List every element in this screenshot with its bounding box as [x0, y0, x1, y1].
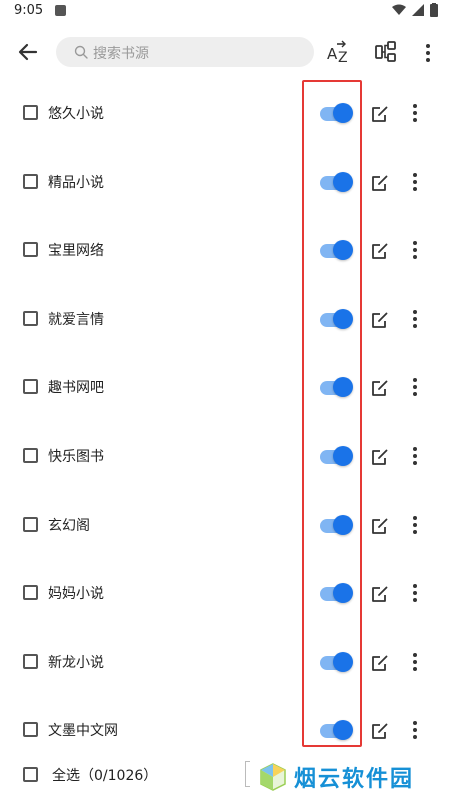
source-name: 玄幻阁 — [48, 517, 90, 534]
signal-icon — [412, 4, 424, 16]
search-input[interactable]: 搜索书源 — [56, 37, 314, 67]
status-bar: 9:05 — [0, 0, 450, 24]
group-icon[interactable] — [374, 40, 398, 64]
svg-text:A: A — [327, 45, 338, 63]
more-vert-icon[interactable] — [409, 376, 421, 398]
svg-text:Z: Z — [338, 50, 348, 66]
source-name: 悠久小说 — [48, 106, 104, 122]
more-vert-icon[interactable] — [409, 171, 421, 193]
source-row[interactable]: 妈妈小说 — [0, 560, 450, 629]
more-vert-icon[interactable] — [409, 719, 421, 741]
source-row[interactable]: 快乐图书 — [0, 423, 450, 492]
select-all-checkbox[interactable] — [23, 767, 38, 782]
edit-icon[interactable] — [370, 173, 390, 193]
watermark-text: 烟云软件园 — [294, 767, 415, 792]
status-icons — [392, 3, 438, 17]
more-vert-icon[interactable] — [409, 582, 421, 604]
source-name: 就爱言情 — [48, 311, 104, 328]
source-checkbox[interactable] — [23, 447, 38, 463]
app-bar: 搜索书源 A Z — [0, 26, 450, 78]
select-all-label: 全选（0/1026） — [52, 768, 158, 784]
cube-logo-icon — [260, 763, 286, 791]
more-vert-icon[interactable] — [409, 514, 421, 536]
edit-icon[interactable] — [370, 241, 390, 261]
source-name: 妈妈小说 — [48, 586, 104, 603]
source-checkbox[interactable] — [23, 105, 38, 120]
source-checkbox[interactable] — [23, 653, 38, 669]
edit-icon[interactable] — [370, 584, 390, 604]
more-vert-icon[interactable] — [409, 651, 421, 673]
edit-icon[interactable] — [370, 653, 390, 673]
source-name: 精品小说 — [48, 174, 104, 191]
battery-icon — [430, 3, 438, 17]
source-name: 宝里网络 — [48, 243, 104, 260]
source-checkbox[interactable] — [23, 516, 38, 532]
status-time: 9:05 — [14, 3, 44, 18]
more-vert-icon[interactable] — [409, 239, 421, 261]
edit-icon[interactable] — [370, 310, 390, 330]
edit-icon[interactable] — [370, 104, 390, 124]
source-row[interactable]: 玄幻阁 — [0, 492, 450, 561]
more-vert-icon[interactable] — [409, 308, 421, 330]
edit-icon[interactable] — [370, 447, 390, 467]
source-row[interactable]: 就爱言情 — [0, 286, 450, 355]
source-row[interactable]: 悠久小说 — [0, 80, 450, 149]
toggle-column-highlight — [302, 80, 362, 747]
source-name: 文墨中文网 — [48, 723, 118, 740]
search-icon — [74, 45, 88, 59]
back-arrow-icon[interactable] — [14, 38, 42, 66]
source-row[interactable]: 趣书网吧 — [0, 354, 450, 423]
source-row[interactable]: 新龙小说 — [0, 629, 450, 698]
edit-icon[interactable] — [370, 721, 390, 741]
source-checkbox[interactable] — [23, 310, 38, 326]
source-checkbox[interactable] — [23, 379, 38, 395]
sort-az-icon[interactable]: A Z — [326, 40, 352, 66]
overflow-menu-icon[interactable] — [420, 42, 436, 64]
source-name: 快乐图书 — [48, 448, 104, 465]
edit-icon[interactable] — [370, 378, 390, 398]
watermark: 烟云软件园 — [258, 757, 450, 797]
source-name: 新龙小说 — [48, 654, 104, 671]
source-checkbox[interactable] — [23, 242, 38, 258]
wifi-icon — [392, 4, 406, 15]
source-row[interactable]: 精品小说 — [0, 149, 450, 218]
source-list: 悠久小说精品小说宝里网络就爱言情趣书网吧快乐图书玄幻阁妈妈小说新龙小说文墨中文网 — [0, 80, 450, 766]
search-placeholder: 搜索书源 — [93, 46, 149, 62]
source-name: 趣书网吧 — [48, 380, 104, 397]
footer-divider — [245, 761, 250, 787]
source-checkbox[interactable] — [23, 585, 38, 601]
notification-icon — [55, 5, 66, 16]
more-vert-icon[interactable] — [409, 102, 421, 124]
source-checkbox[interactable] — [23, 173, 38, 189]
edit-icon[interactable] — [370, 516, 390, 536]
source-checkbox[interactable] — [23, 722, 38, 738]
more-vert-icon[interactable] — [409, 445, 421, 467]
source-row[interactable]: 宝里网络 — [0, 217, 450, 286]
